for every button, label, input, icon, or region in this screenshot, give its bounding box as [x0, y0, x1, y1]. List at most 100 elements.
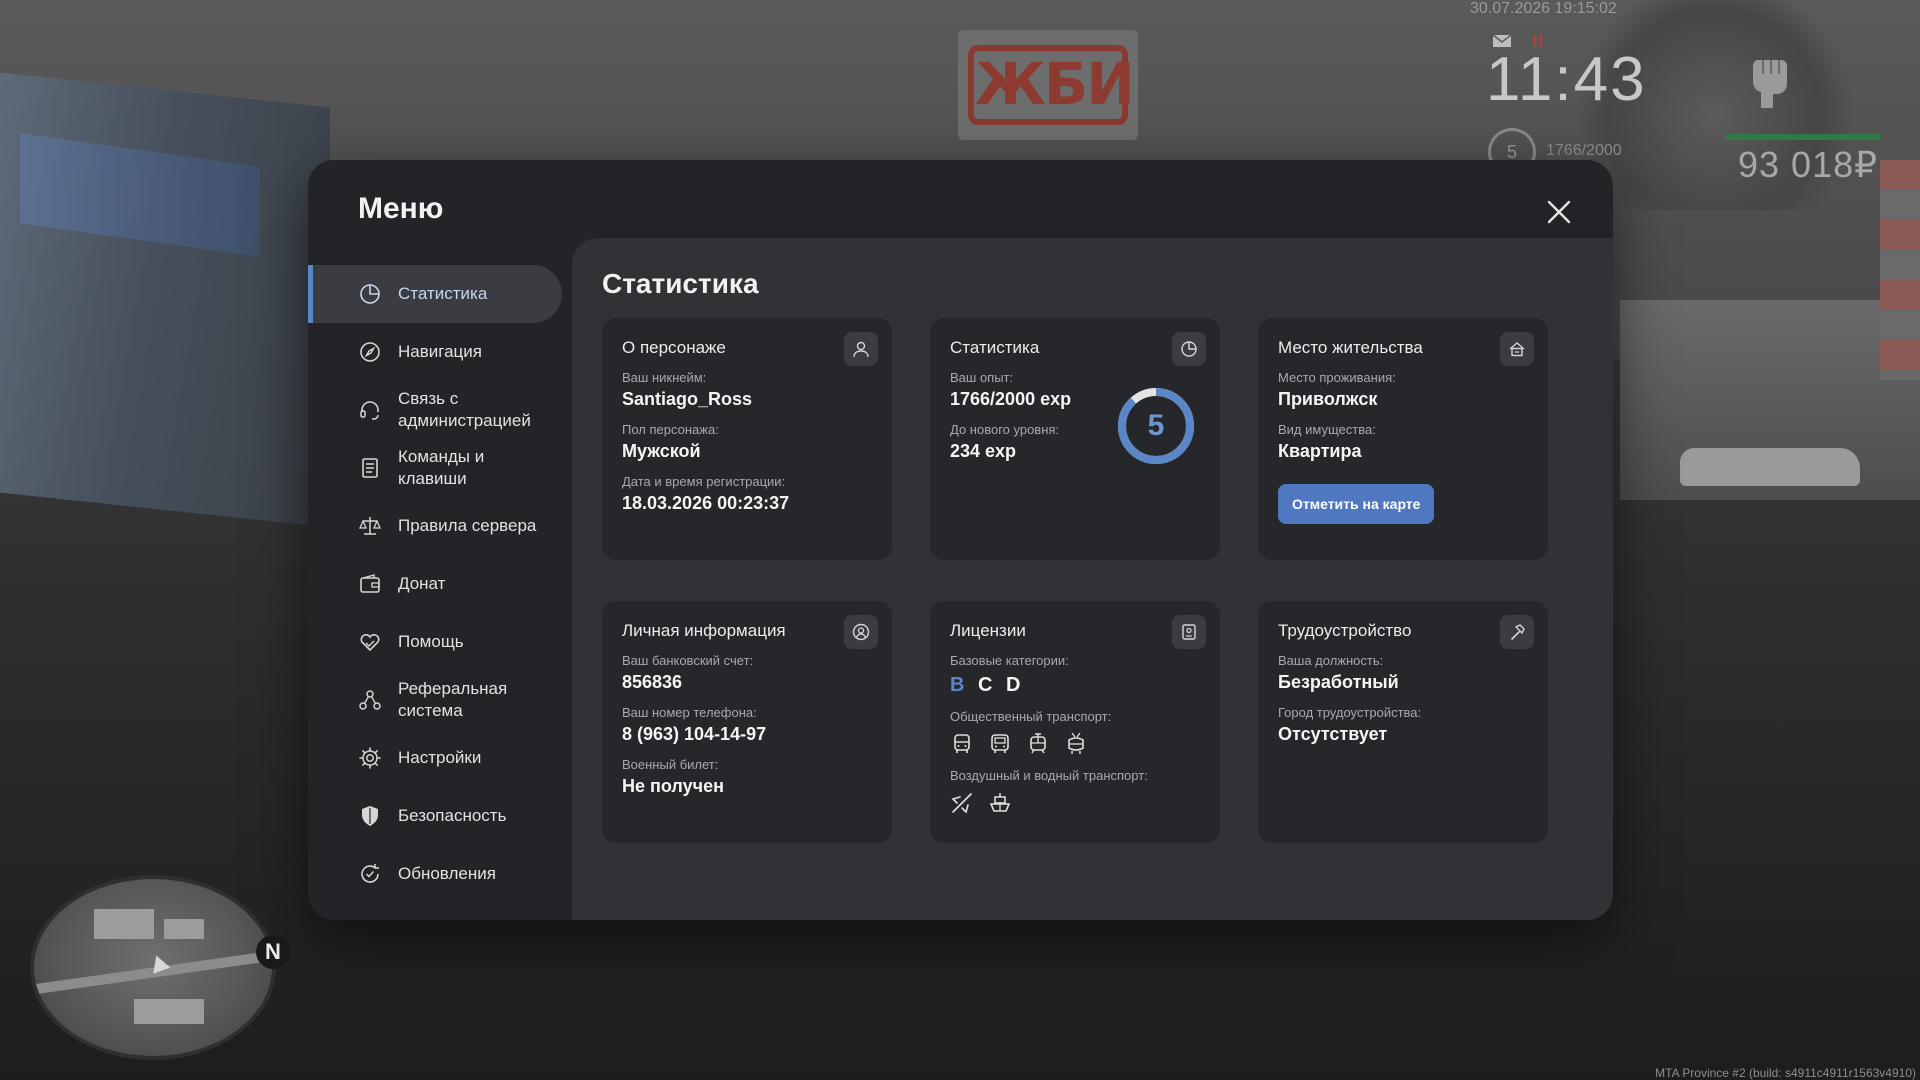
military-value: Не получен — [622, 776, 724, 796]
wallet-icon — [358, 572, 382, 596]
residence-value: Приволжск — [1278, 389, 1378, 409]
background-car — [1680, 448, 1860, 486]
card-licenses: Лицензии Базовые категории: B C D Общест… — [930, 601, 1220, 843]
license-icon — [1172, 615, 1206, 649]
close-button[interactable] — [1541, 194, 1577, 230]
sidebar-item-admin-contact[interactable]: Связь с администрацией — [308, 381, 572, 439]
license-category: C — [978, 674, 993, 696]
card-title: О персонаже — [622, 338, 726, 357]
military-label: Военный билет: — [622, 757, 719, 772]
sidebar-item-label: Связь с администрацией — [398, 389, 531, 430]
sidebar-item-help[interactable]: Помощь — [308, 613, 572, 671]
user-circle-icon — [844, 615, 878, 649]
sidebar-item-security[interactable]: Безопасность — [308, 787, 572, 845]
minimap-block — [164, 919, 204, 939]
hud-datetime: 30.07.2026 19:15:02 — [1470, 0, 1617, 17]
gender-value: Мужской — [622, 441, 701, 461]
content-panel: Статистика О персонаже Ваш никнейм: Sant… — [572, 238, 1613, 920]
billboard-text: ЖБИ — [975, 50, 1135, 118]
license-category: D — [1006, 674, 1021, 696]
card-title: Личная информация — [622, 621, 786, 640]
license-category: B — [950, 674, 965, 696]
user-icon — [844, 332, 878, 366]
page-title: Статистика — [602, 268, 759, 299]
build-info: MTA Province #2 (build: s4911c4911r1563v… — [1655, 1066, 1916, 1080]
gear-icon — [358, 746, 382, 770]
card-personal-info: Личная информация Ваш банковский счет: 8… — [602, 601, 892, 843]
nickname-value: Santiago_Ross — [622, 389, 753, 409]
mark-on-map-button[interactable]: Отметить на карте — [1278, 484, 1435, 524]
position-value: Безработный — [1278, 672, 1399, 692]
gender-label: Пол персонажа: — [622, 422, 719, 437]
fist-icon — [1752, 60, 1787, 108]
card-title: Трудоустройство — [1278, 621, 1412, 640]
hud-money: 93 018₽ — [1738, 144, 1879, 185]
public-transport-icons — [950, 732, 1200, 756]
phone-value: 8 (963) 104-14-97 — [622, 724, 767, 744]
menu-window: Меню Статистика Навигация Связь с админи… — [308, 160, 1613, 920]
card-title: Место жительства — [1278, 338, 1423, 357]
sidebar: Статистика Навигация Связь с администрац… — [308, 265, 572, 903]
compass-icon — [358, 340, 382, 364]
bank-value: 856836 — [622, 672, 683, 692]
document-icon — [358, 456, 382, 480]
referral-icon — [358, 688, 382, 712]
hud-exp: 1766/2000 — [1546, 142, 1622, 159]
exp-label: Ваш опыт: — [950, 370, 1014, 385]
tram-icon — [1026, 732, 1050, 756]
minimap-block — [134, 999, 204, 1024]
sidebar-item-commands[interactable]: Команды и клавиши — [308, 439, 572, 497]
boat-icon — [988, 791, 1012, 815]
scales-icon — [358, 514, 382, 538]
health-bar — [1725, 134, 1881, 140]
registration-value: 18.03.2026 00:23:37 — [622, 493, 790, 513]
card-residence: Место жительства Место проживания: Приво… — [1258, 318, 1548, 560]
card-character: О персонаже Ваш никнейм: Santiago_Ross П… — [602, 318, 892, 560]
sidebar-item-settings[interactable]: Настройки — [308, 729, 572, 787]
sidebar-item-stats[interactable]: Статистика — [308, 265, 562, 323]
heart-hand-icon — [358, 630, 382, 654]
bank-label: Ваш банковский счет: — [622, 653, 754, 668]
sidebar-item-label: Безопасность — [398, 806, 507, 825]
sidebar-item-label: Статистика — [398, 284, 488, 303]
air-water-transport-icons — [950, 791, 1200, 815]
house-icon — [1500, 332, 1534, 366]
striped-pole — [1880, 160, 1920, 380]
refresh-icon — [358, 862, 382, 886]
close-icon — [1547, 200, 1571, 224]
card-statistics: Статистика Ваш опыт: 1766/2000 exp До но… — [930, 318, 1220, 560]
bus-icon — [950, 732, 974, 756]
hammer-icon — [1500, 615, 1534, 649]
position-label: Ваша должность: — [1278, 653, 1384, 668]
residence-label: Место проживания: — [1278, 370, 1396, 385]
stats-icon — [1172, 332, 1206, 366]
sidebar-item-referral[interactable]: Реферальная система — [308, 671, 572, 729]
license-categories: B C D — [950, 674, 1200, 697]
sidebar-item-label: Обновления — [398, 864, 496, 883]
base-categories-label: Базовые категории: — [950, 653, 1069, 668]
registration-label: Дата и время регистрации: — [622, 474, 786, 489]
level-progress-ring: 5 — [1116, 386, 1196, 466]
sidebar-item-label: Правила сервера — [398, 516, 537, 535]
sidebar-item-rules[interactable]: Правила сервера — [308, 497, 572, 555]
sidebar-item-label: Настройки — [398, 748, 482, 767]
nickname-label: Ваш никнейм: — [622, 370, 707, 385]
card-title: Статистика — [950, 338, 1040, 357]
sidebar-item-label: Навигация — [398, 342, 482, 361]
property-label: Вид имущества: — [1278, 422, 1376, 437]
sidebar-item-donate[interactable]: Донат — [308, 555, 572, 613]
sidebar-item-label: Реферальная система — [398, 679, 508, 720]
sidebar-item-updates[interactable]: Обновления — [308, 845, 572, 903]
minimap-block — [94, 909, 154, 939]
menu-title: Меню — [358, 192, 444, 225]
card-title: Лицензии — [950, 621, 1026, 640]
property-value: Квартира — [1278, 441, 1362, 461]
plane-icon — [950, 791, 974, 815]
level-number: 5 — [1147, 409, 1165, 442]
air-water-transport-label: Воздушный и водный транспорт: — [950, 768, 1148, 783]
trolleybus-icon — [1064, 732, 1088, 756]
sidebar-item-label: Помощь — [398, 632, 464, 651]
coach-icon — [988, 732, 1012, 756]
hud-clock: 11:43 — [1486, 45, 1647, 114]
sidebar-item-navigation[interactable]: Навигация — [308, 323, 572, 381]
